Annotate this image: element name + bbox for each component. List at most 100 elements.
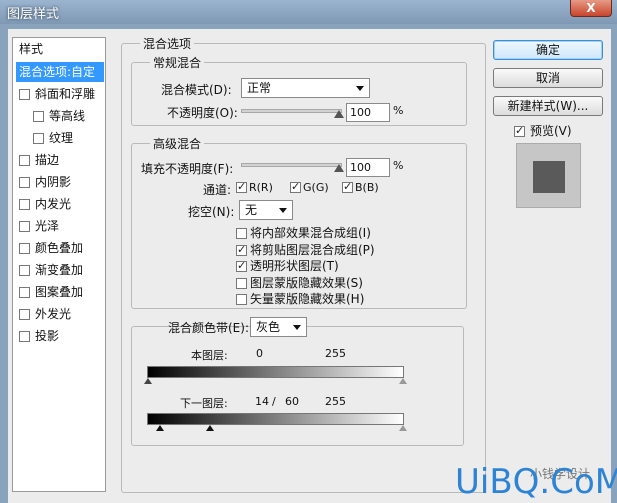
style-checkbox[interactable]: [19, 331, 30, 342]
title-bar[interactable]: 图层样式 X: [0, 0, 617, 24]
styles-heading[interactable]: 样式: [19, 40, 43, 57]
style-item-label: 颜色叠加: [35, 241, 84, 255]
underlying-slash: /: [272, 395, 276, 408]
advanced-option-row[interactable]: 将内部效果混合成组(I): [236, 224, 371, 241]
site-watermark: UiBQ.CoM: [455, 462, 617, 502]
opacity-slider-track[interactable]: [241, 109, 342, 113]
advanced-option-row[interactable]: 将剪贴图层混合成组(P): [236, 241, 375, 258]
style-checkbox[interactable]: [19, 243, 30, 254]
style-item-label: 纹理: [49, 131, 74, 145]
knockout-label: 挖空(N):: [188, 205, 235, 219]
this-layer-black-slider[interactable]: [144, 378, 152, 384]
preview-swatch: [533, 161, 565, 193]
advanced-blending-title: 高级混合: [150, 135, 205, 152]
channel-checkbox-row[interactable]: G(G): [290, 180, 329, 194]
new-style-button[interactable]: 新建样式(W)...: [493, 96, 603, 116]
underlying-split-slider[interactable]: [206, 425, 214, 431]
this-layer-min: 0: [256, 347, 263, 360]
style-item-label: 光泽: [35, 219, 60, 233]
style-item[interactable]: 纹理: [33, 128, 73, 148]
styles-list: 样式 混合选项:自定斜面和浮雕等高线纹理描边内阴影内发光光泽颜色叠加渐变叠加图案…: [12, 37, 106, 492]
opacity-slider-thumb[interactable]: [334, 110, 344, 118]
style-item[interactable]: 内发光: [19, 194, 71, 214]
blend-mode-select[interactable]: 正常: [241, 78, 370, 98]
this-layer-label: 本图层:: [191, 349, 228, 362]
style-item-label: 混合选项:自定: [19, 65, 96, 79]
knockout-select[interactable]: 无: [239, 200, 293, 220]
advanced-option-checkbox[interactable]: [236, 259, 247, 272]
style-checkbox[interactable]: [19, 265, 30, 276]
preview-checkbox[interactable]: [514, 124, 525, 137]
channel-label: R(R): [249, 181, 273, 194]
underlying-white-slider[interactable]: [399, 425, 407, 431]
blend-if-select[interactable]: 灰色: [250, 317, 307, 337]
style-item[interactable]: 光泽: [19, 216, 59, 236]
advanced-option-checkbox[interactable]: [236, 243, 247, 256]
style-checkbox[interactable]: [19, 199, 30, 210]
style-checkbox[interactable]: [19, 177, 30, 188]
style-checkbox[interactable]: [19, 221, 30, 232]
style-item[interactable]: 颜色叠加: [19, 238, 83, 258]
style-checkbox[interactable]: [19, 309, 30, 320]
ok-button[interactable]: 确定: [493, 40, 603, 60]
window-title: 图层样式: [7, 7, 60, 22]
advanced-option-checkbox[interactable]: [236, 294, 247, 305]
style-item-label: 渐变叠加: [35, 263, 84, 277]
advanced-option-label: 矢量蒙版隐藏效果(H): [250, 292, 365, 306]
style-item[interactable]: 混合选项:自定: [16, 62, 104, 82]
advanced-option-label: 将剪贴图层混合成组(P): [250, 242, 375, 257]
channel-checkbox-row[interactable]: R(R): [236, 180, 273, 194]
channel-label: G(G): [303, 181, 329, 194]
style-checkbox[interactable]: [19, 155, 30, 166]
style-checkbox[interactable]: [19, 287, 30, 298]
this-layer-white-slider[interactable]: [399, 378, 407, 384]
blend-mode-label: 混合模式(D):: [161, 83, 232, 97]
style-item[interactable]: 描边: [19, 150, 59, 170]
style-item-label: 内阴影: [35, 175, 72, 189]
chevron-down-icon: [279, 208, 287, 213]
fill-opacity-slider-thumb[interactable]: [334, 164, 344, 172]
advanced-option-row[interactable]: 矢量蒙版隐藏效果(H): [236, 290, 364, 307]
style-item[interactable]: 内阴影: [19, 172, 71, 192]
blend-if-value: 灰色: [256, 320, 281, 334]
preview-checkbox-row[interactable]: 预览(V): [514, 122, 572, 139]
style-item-label: 外发光: [35, 307, 72, 321]
general-blending-title: 常规混合: [150, 54, 205, 71]
style-checkbox[interactable]: [33, 133, 44, 144]
channel-checkbox[interactable]: [236, 180, 247, 193]
fill-opacity-slider-track[interactable]: [241, 163, 342, 167]
knockout-value: 无: [245, 203, 258, 217]
close-button[interactable]: X: [570, 0, 612, 17]
advanced-option-label: 透明形状图层(T): [250, 259, 339, 273]
style-item[interactable]: 投影: [19, 326, 59, 346]
style-checkbox[interactable]: [19, 89, 30, 100]
channel-checkbox[interactable]: [342, 180, 353, 193]
advanced-option-checkbox[interactable]: [236, 228, 247, 239]
advanced-option-label: 将内部效果混合成组(I): [250, 226, 371, 240]
underlying-low: 14: [255, 395, 269, 408]
style-checkbox[interactable]: [33, 111, 44, 122]
advanced-option-row[interactable]: 透明形状图层(T): [236, 257, 339, 274]
style-item[interactable]: 外发光: [19, 304, 71, 324]
style-item-label: 等高线: [49, 109, 86, 123]
opacity-input[interactable]: 100: [346, 103, 390, 122]
style-item[interactable]: 斜面和浮雕: [19, 84, 95, 104]
channel-checkbox-row[interactable]: B(B): [342, 180, 379, 194]
style-item[interactable]: 渐变叠加: [19, 260, 83, 280]
channel-label: B(B): [355, 181, 379, 194]
underlying-layer-label: 下一图层:: [180, 397, 228, 410]
underlying-split: 60: [285, 395, 299, 408]
advanced-option-checkbox[interactable]: [236, 277, 247, 289]
cancel-button[interactable]: 取消: [493, 68, 603, 88]
advanced-option-row[interactable]: 图层蒙版隐藏效果(S): [236, 274, 363, 291]
fill-opacity-percent: %: [393, 159, 404, 172]
underlying-low-slider[interactable]: [156, 425, 164, 431]
style-item-label: 斜面和浮雕: [35, 87, 96, 101]
opacity-percent: %: [393, 104, 404, 117]
style-item[interactable]: 图案叠加: [19, 282, 83, 302]
style-item[interactable]: 等高线: [33, 106, 85, 126]
channels-label: 通道:: [203, 183, 232, 197]
fill-opacity-input[interactable]: 100: [346, 158, 390, 177]
blend-if-group: [131, 326, 464, 446]
channel-checkbox[interactable]: [290, 180, 301, 193]
